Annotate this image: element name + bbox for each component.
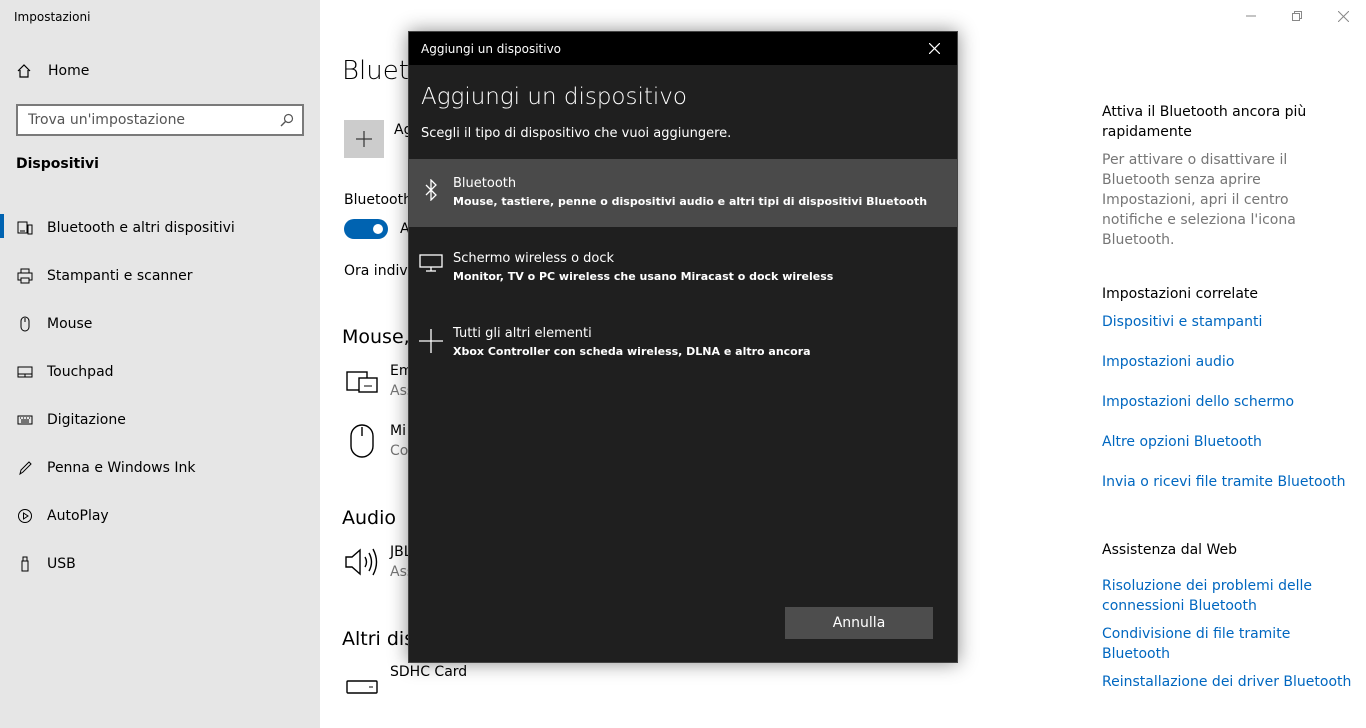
dialog-titlebar-text: Aggiungi un dispositivo (421, 41, 562, 56)
link-display-settings[interactable]: Impostazioni dello schermo (1102, 392, 1352, 412)
option-description: Mouse, tastiere, penne o dispositivi aud… (453, 195, 928, 208)
bluetooth-icon (409, 175, 453, 201)
option-bluetooth[interactable]: Bluetooth Mouse, tastiere, penne o dispos… (409, 159, 957, 227)
sidebar-nav: Bluetooth e altri dispositivi Stampanti … (0, 204, 320, 588)
sidebar-item-label: Digitazione (47, 412, 126, 428)
search-box[interactable] (16, 104, 304, 136)
window-controls (1228, 0, 1366, 32)
mouse-icon (344, 421, 380, 461)
pen-icon (16, 459, 34, 477)
sidebar-item-label: Bluetooth e altri dispositivi (47, 220, 235, 236)
option-description: Xbox Controller con scheda wireless, DLN… (453, 345, 811, 358)
device-name: Mi (390, 423, 406, 439)
sidebar-item-pen[interactable]: Penna e Windows Ink (0, 444, 320, 492)
sidebar-item-printers[interactable]: Stampanti e scanner (0, 252, 320, 300)
option-title: Schermo wireless o dock (453, 251, 615, 266)
section-mouse: Mouse, (342, 326, 410, 348)
sidebar-item-mouse[interactable]: Mouse (0, 300, 320, 348)
minimize-icon (1246, 15, 1256, 17)
home-icon (17, 64, 31, 78)
sidebar-item-typing[interactable]: Digitazione (0, 396, 320, 444)
home-link[interactable]: Home (16, 63, 89, 79)
app-title: Impostazioni (14, 10, 91, 24)
sidebar-item-label: USB (47, 556, 76, 572)
usb-icon (16, 555, 34, 573)
link-file-sharing[interactable]: Condivisione di file tramite Bluetooth (1102, 624, 1352, 664)
device-row[interactable]: SDHC Card (344, 662, 467, 702)
section-other: Altri dis (342, 628, 415, 650)
sidebar-item-usb[interactable]: USB (0, 540, 320, 588)
related-title: Impostazioni correlate (1102, 286, 1259, 302)
link-reinstall-drivers[interactable]: Reinstallazione dei driver Bluetooth (1102, 672, 1352, 692)
option-wireless-display[interactable]: Schermo wireless o dock Monitor, TV o PC … (409, 234, 957, 302)
option-description: Monitor, TV o PC wireless che usano Mira… (453, 270, 834, 283)
option-title: Tutti gli altri elementi (453, 326, 592, 341)
dialog-close-button[interactable] (911, 32, 957, 65)
close-button[interactable] (1320, 0, 1366, 32)
web-title: Assistenza dal Web (1102, 542, 1238, 558)
sidebar-item-label: Stampanti e scanner (47, 268, 193, 284)
device-row[interactable]: Em Ass (344, 361, 414, 401)
dialog-titlebar: Aggiungi un dispositivo (409, 32, 957, 65)
device-row[interactable]: JBL Ass (344, 542, 414, 582)
cancel-button[interactable]: Annulla (785, 607, 933, 639)
sidebar-item-label: Mouse (47, 316, 93, 332)
speaker-icon (344, 542, 380, 582)
sidebar-item-touchpad[interactable]: Touchpad (0, 348, 320, 396)
dialog-heading: Aggiungi un dispositivo (421, 84, 687, 110)
plus-icon (356, 131, 372, 147)
bluetooth-label: Bluetooth (344, 192, 412, 208)
monitor-icon (409, 250, 453, 272)
home-label: Home (48, 63, 90, 79)
bluetooth-toggle[interactable] (344, 219, 388, 239)
section-title: Dispositivi (16, 156, 99, 172)
keyboard-icon (16, 411, 34, 429)
add-device-button[interactable] (344, 120, 384, 158)
restore-button[interactable] (1274, 0, 1320, 32)
sidebar-item-bluetooth[interactable]: Bluetooth e altri dispositivi (0, 204, 320, 252)
link-bluetooth-options[interactable]: Altre opzioni Bluetooth (1102, 432, 1352, 452)
option-title: Bluetooth (453, 176, 517, 191)
link-audio-settings[interactable]: Impostazioni audio (1102, 352, 1352, 372)
close-icon (928, 43, 940, 54)
device-row[interactable]: Mi Co (344, 421, 408, 461)
discover-text: Ora indivi (344, 263, 412, 279)
sidebar-item-label: Penna e Windows Ink (47, 460, 196, 476)
quick-text: Per attivare o disattivare il Bluetooth … (1102, 152, 1296, 248)
dialog-description: Scegli il tipo di dispositivo che vuoi a… (421, 126, 732, 141)
close-icon (1337, 10, 1349, 22)
device-status: Co (390, 443, 409, 459)
mouse-icon (16, 315, 34, 333)
link-troubleshoot[interactable]: Risoluzione dei problemi delle connessio… (1102, 576, 1352, 616)
sidebar-item-label: AutoPlay (47, 508, 109, 524)
restore-icon (1292, 11, 1302, 21)
printer-icon (16, 267, 34, 285)
sidebar-item-label: Touchpad (47, 364, 114, 380)
sidebar-item-autoplay[interactable]: AutoPlay (0, 492, 320, 540)
link-send-receive-files[interactable]: Invia o ricevi file tramite Bluetooth (1102, 472, 1352, 492)
minimize-button[interactable] (1228, 0, 1274, 32)
section-audio: Audio (342, 507, 397, 529)
keyboard-mouse-icon (344, 361, 380, 401)
link-devices-printers[interactable]: Dispositivi e stampanti (1102, 312, 1352, 332)
drive-icon (344, 662, 380, 702)
touchpad-icon (16, 363, 34, 381)
option-everything-else[interactable]: Tutti gli altri elementi Xbox Controller … (409, 309, 957, 377)
search-icon[interactable] (280, 113, 294, 127)
autoplay-icon (16, 507, 34, 525)
search-input[interactable] (28, 112, 280, 128)
device-name: SDHC Card (390, 664, 468, 680)
bluetooth-devices-icon (16, 219, 34, 237)
quick-title: Attiva il Bluetooth ancora più rapidamen… (1102, 104, 1307, 140)
add-device-dialog: Aggiungi un dispositivo Aggiungi un disp… (408, 31, 958, 663)
plus-icon (409, 325, 453, 353)
sidebar: Impostazioni Home Dispositivi Bluetooth … (0, 0, 320, 728)
